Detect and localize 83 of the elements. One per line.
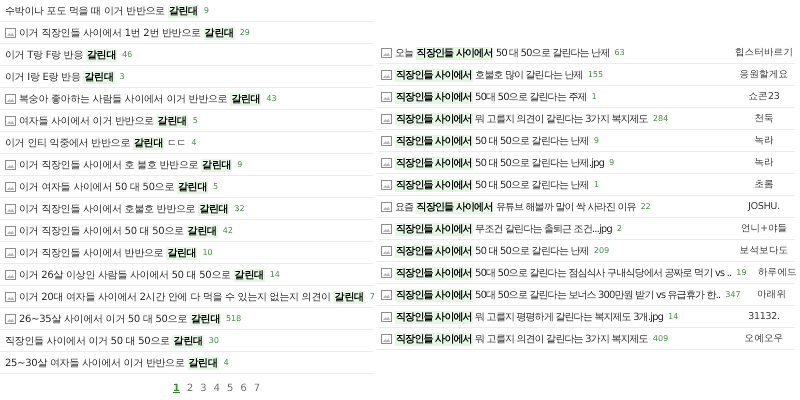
comment-count: 43 [266,94,277,103]
post-title[interactable]: 직장인들 사이에서 50대 50으로 갈린다는 점심식사 구내식당에서 공짜로 먹기 vs .. [395,266,732,280]
page-link[interactable]: 5 [226,383,234,394]
post-title[interactable]: 직장인들 사이에서 무조건 갈린다는 출퇴근 조건...jpg [395,222,612,236]
comment-count: 4 [224,358,229,367]
comment-count: 5 [213,182,218,191]
post-title[interactable]: 이거 인티 익중에서 반반으로 갈린대 ㄷㄷ [5,136,186,150]
post-title[interactable]: 이거 직장인들 사이에서 50 대 50으로 갈린대 [19,224,218,238]
post-title[interactable]: 직장인들 사이에서 호불호 많이 갈린다는 난제 [395,68,583,82]
author-name: 힙스터바르기 [734,46,794,59]
comment-count: 2 [616,224,622,233]
post-title[interactable]: 오늘 직장인들 사이에서 50 대 50으로 갈린다는 난제 [395,46,610,60]
post-title[interactable]: 이거 여자들 사이에서 50 대 50으로 갈린대 [19,180,208,194]
comment-count: 4 [191,138,196,147]
comment-count: 155 [588,70,604,79]
comment-count: 9 [237,160,242,169]
author-name: 언니+야들 [740,222,788,235]
comment-count: 9 [204,6,209,15]
post-title[interactable]: 직장인들 사이에서 50 대 50으로 갈린다는 난제.jpg [395,156,604,170]
post-title[interactable]: 직장인들 사이에서 뭐 고를지 의견이 갈린다는 3가지 복지제도 [395,332,648,346]
post-title[interactable]: 이거 20대 여자들 사이에서 2시간 안에 다 먹을 수 있는지 없는지 의견이 갈린대 [19,290,365,304]
post-title[interactable]: 직장인들 사이에서 50대 50으로 갈린다는 주제 [395,90,587,104]
page-link[interactable]: 2 [186,383,194,394]
page-link[interactable]: 6 [240,383,247,394]
comment-count: 347 [725,290,741,299]
comment-count: 1 [594,180,599,189]
page-link[interactable]: 3 [200,383,207,394]
comment-count: 409 [652,334,668,343]
comment-count: 63 [614,48,625,57]
post-title[interactable]: 이거 직장인들 사이에서 1번 2번 반반으로 갈린대 [19,26,235,40]
page-link[interactable]: 1 [172,383,180,394]
author-name: 천둑 [753,112,775,125]
comment-count: 32 [234,204,245,213]
comment-count: 22 [640,202,651,211]
author-name: 오예오우 [744,332,784,345]
comment-count: 1 [592,92,597,101]
post-title[interactable]: 26~35살 사이에서 이거 50 대 50으로 갈린대 [19,312,221,326]
comment-count: 10 [202,248,213,257]
author-name: 녹라 [753,134,775,147]
comment-count: 30 [208,336,219,345]
comment-count: 5 [192,116,198,125]
post-title[interactable]: 이거 직장인들 사이에서 반반으로 갈린대 [19,246,198,260]
comment-count: 19 [736,268,746,277]
post-title[interactable]: 복숭아 좋아하는 사람들 사이에서 이거 반반으로 갈린대 [19,92,262,106]
author-name: 초롬 [753,178,775,191]
post-title[interactable]: 직장인들 사이에서 50 대 50으로 갈린다는 난제 [395,134,589,148]
comment-count: 209 [594,246,610,255]
comment-count: 14 [668,312,678,321]
comment-count: 9 [609,158,614,167]
author-name: 아래위 [756,288,788,301]
post-title[interactable]: 직장인들 사이에서 뭐 고를지 의견이 갈린다는 3가지 복지제도 [395,112,648,126]
post-title[interactable]: 직장인들 사이에서 뭐 고를지 평평하게 갈린다는 복지제도 3개.jpg [395,310,664,324]
author-name: 보석보다도 [738,244,790,257]
author-name: 녹라 [753,156,775,169]
comment-count: 518 [226,314,242,323]
post-title[interactable]: 요즘 직장인들 사이에서 유튜브 해볼까 말이 싹 사라진 이유 [395,200,636,214]
author-name: 31132. [747,311,781,322]
post-title[interactable]: 직장인들 사이에서 50대 50으로 갈린다는 보너스 300만원 받기 vs 유급휴가 한.. [395,288,720,302]
author-name: JOSHU. [746,201,781,212]
comment-count: 42 [222,226,233,235]
page-link[interactable]: 7 [254,383,260,394]
post-title[interactable]: 직장인들 사이에서 50 대 50으로 갈린다는 난제 [395,178,589,192]
post-title[interactable]: 직장인들 사이에서 50 대 50으로 갈린다는 난제 [395,244,589,258]
post-title[interactable]: 25~30살 여자들 사이에서 이거 반반으로 갈린대 [5,356,219,370]
post-title[interactable]: 이거 T랑 F랑 반응 갈린대 [5,48,118,62]
page-link[interactable]: 4 [214,383,220,394]
post-title[interactable]: 이거 I랑 E랑 반응 갈린대 [5,70,114,84]
post-title[interactable]: 이거 직장인들 사이에서 호 불호 반반으로 갈린대 [19,158,232,172]
comment-count: 14 [270,270,280,279]
post-title[interactable]: 직장인들 사이에서 이거 50 대 50으로 갈린대 [5,334,204,348]
post-title[interactable]: 여자들 사이에서 이거 반반으로 갈린대 [19,114,188,128]
comment-count: 46 [122,50,132,59]
comment-count: 9 [594,136,599,145]
post-title[interactable]: 이거 직장인들 사이에서 호불호 반반으로 갈린대 [19,202,230,216]
post-title[interactable]: 수박이나 포도 먹을 때 이거 반반으로 갈린대 [5,4,199,18]
comment-count: 284 [652,114,668,123]
comment-count: 3 [120,72,125,81]
author-name: 하루에드 [757,266,798,279]
post-title[interactable]: 이거 26살 이상인 사람들 사이에서 50 대 50으로 갈린대 [19,268,265,282]
author-name: 쇼콘23 [748,90,780,103]
author-name: 응원할게요 [738,68,790,81]
comment-count: 7 [370,292,375,301]
comment-count: 29 [240,28,250,37]
